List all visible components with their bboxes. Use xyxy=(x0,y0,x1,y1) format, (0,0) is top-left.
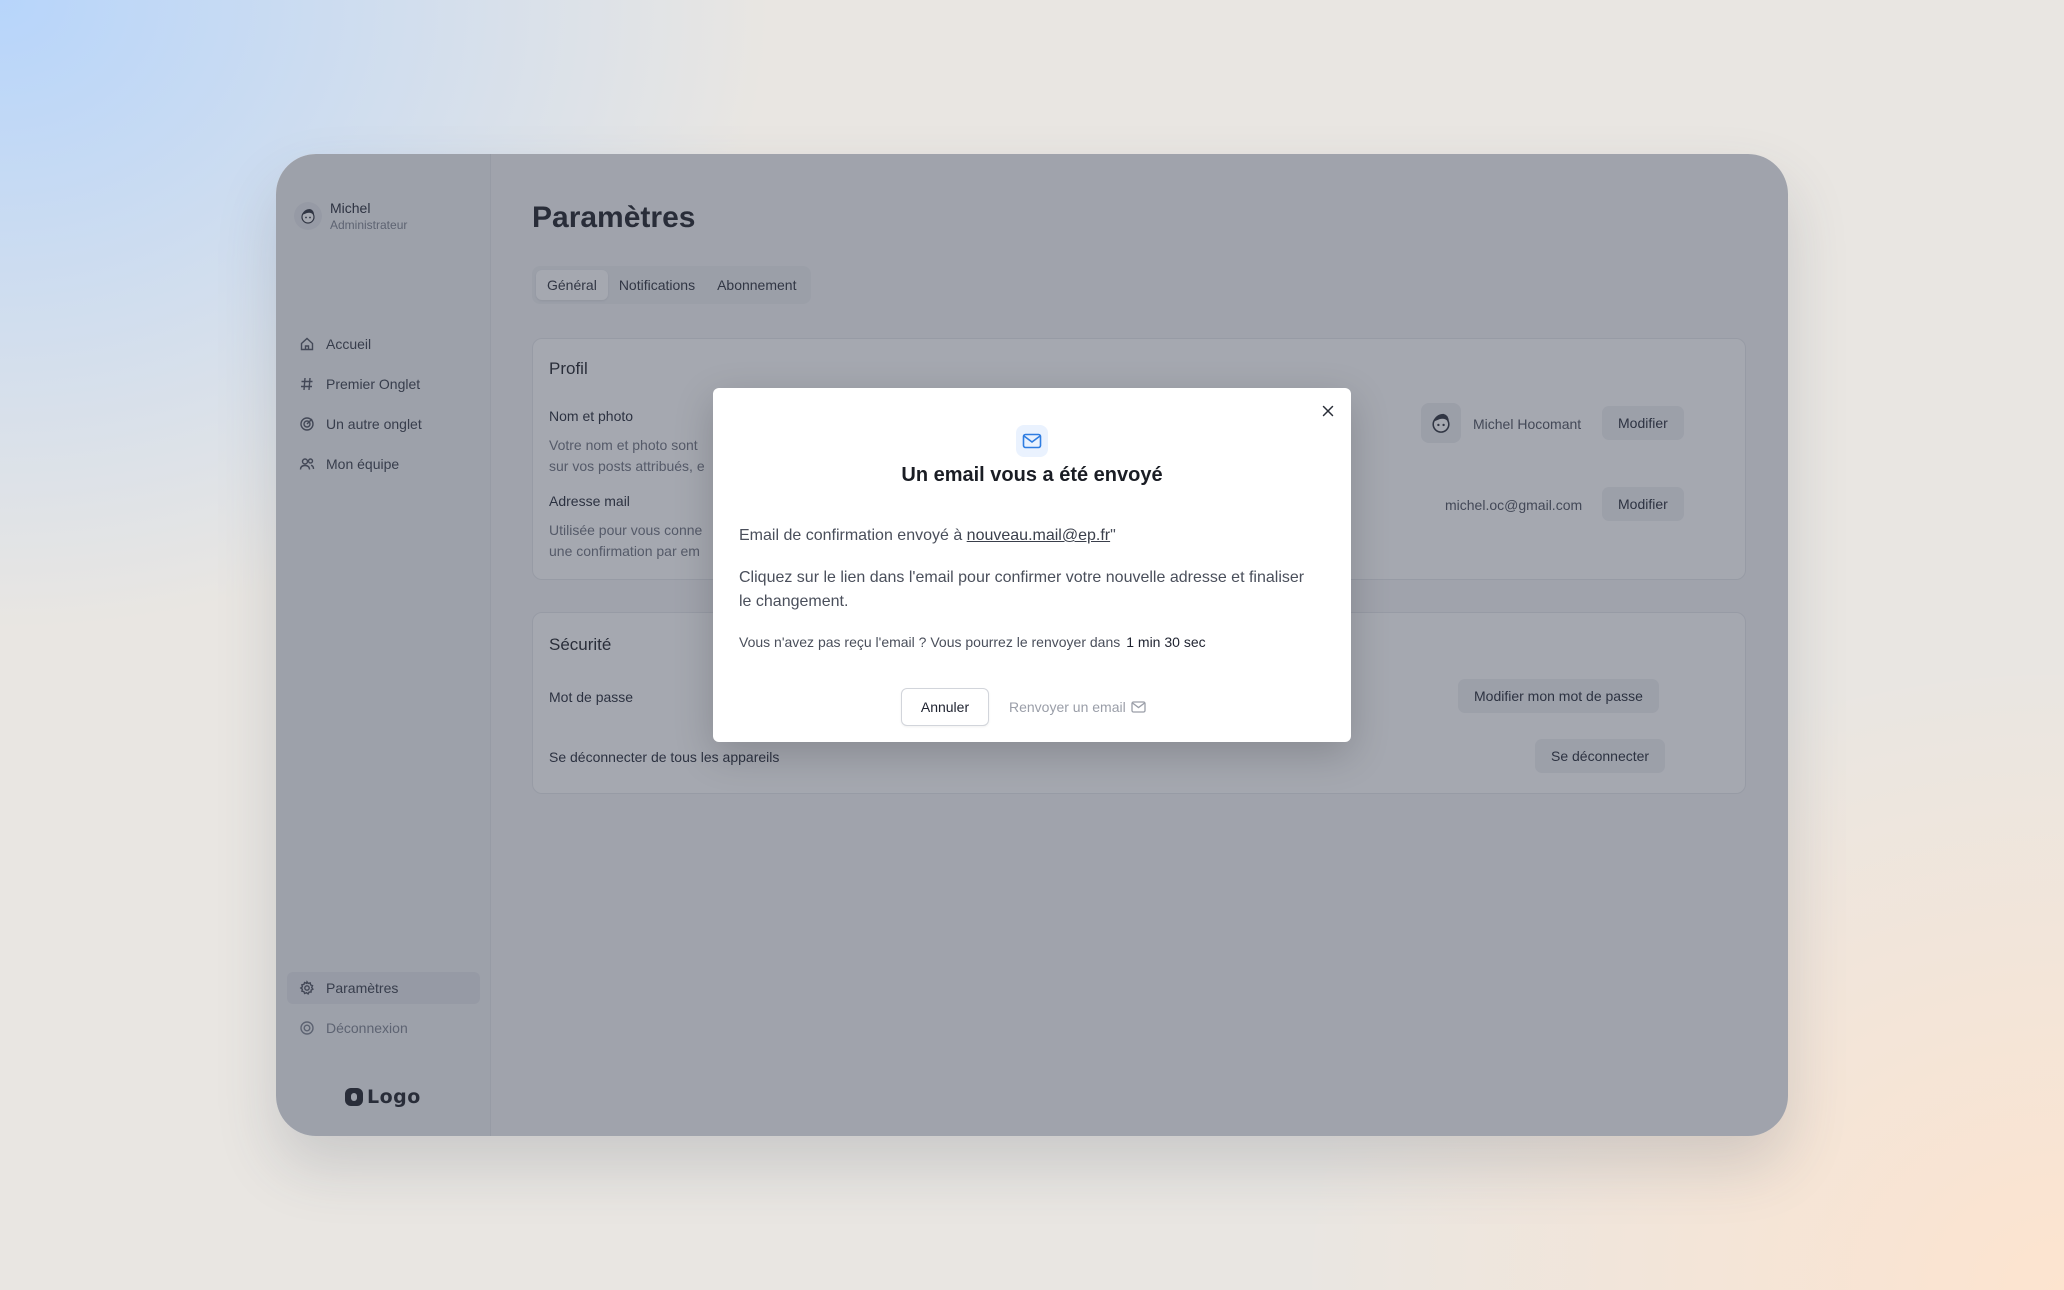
close-icon xyxy=(1322,405,1334,417)
email-sent-dialog: Un email vous a été envoyé Email de conf… xyxy=(713,388,1351,742)
resend-info: Vous n'avez pas reçu l'email ? Vous pour… xyxy=(739,634,1206,650)
dialog-title: Un email vous a été envoyé xyxy=(901,464,1163,486)
confirmation-sent-text: Email de confirmation envoyé à nouveau.m… xyxy=(739,527,1116,544)
resend-email-button[interactable]: Renvoyer un email xyxy=(1009,688,1146,726)
new-email-link[interactable]: nouveau.mail@ep.fr xyxy=(967,527,1110,544)
resend-timer: 1 min 30 sec xyxy=(1126,634,1206,650)
close-button[interactable] xyxy=(1319,402,1337,420)
instructions-text: Cliquez sur le lien dans l'email pour co… xyxy=(739,569,1305,610)
mail-icon xyxy=(1131,701,1146,713)
cancel-button[interactable]: Annuler xyxy=(901,688,989,726)
mail-icon xyxy=(1016,425,1048,457)
